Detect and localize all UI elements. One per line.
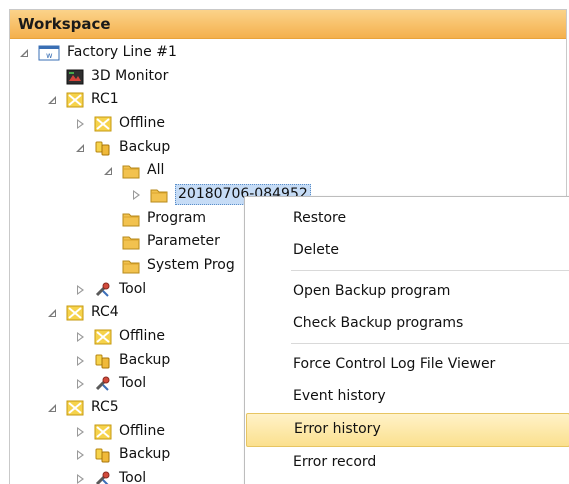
- tree-node-label: Factory Line #1: [67, 41, 177, 64]
- tree-node-label: Backup: [119, 136, 170, 159]
- tree-node-label: 3D Monitor: [91, 65, 168, 88]
- tree-node-rc5-offline[interactable]: Offline: [76, 420, 165, 443]
- tree-node-label: Offline: [119, 420, 165, 443]
- folder-icon: [122, 234, 140, 250]
- controller-icon: [66, 92, 84, 108]
- expander-icon[interactable]: [76, 332, 86, 342]
- tree-node-label: Parameter: [147, 230, 220, 253]
- tree-node-label: RC1: [91, 88, 119, 111]
- expander-icon[interactable]: [76, 143, 86, 153]
- expander-icon[interactable]: [48, 95, 58, 105]
- expander-icon[interactable]: [76, 427, 86, 437]
- tree-node-label: Offline: [119, 325, 165, 348]
- menu-item-delete[interactable]: Delete: [246, 234, 569, 266]
- tree-node-rc1-backup[interactable]: Backup: [76, 136, 170, 159]
- tree-node-label: Program: [147, 207, 206, 230]
- tree-node-label: Offline: [119, 112, 165, 135]
- expander-icon[interactable]: [76, 285, 86, 295]
- menu-item-restore[interactable]: Restore: [246, 202, 569, 234]
- menu-item-check-backup-programs[interactable]: Check Backup programs: [246, 307, 569, 339]
- tree-node-label: Backup: [119, 443, 170, 466]
- tree-node-program[interactable]: Program: [104, 207, 206, 230]
- tree-node-rc1-tool[interactable]: Tool: [76, 278, 146, 301]
- tree-node-factory-line[interactable]: w Factory Line #1: [20, 41, 177, 64]
- backup-icon: [94, 447, 112, 463]
- menu-item-force-control-log-viewer[interactable]: Force Control Log File Viewer: [246, 348, 569, 380]
- backup-icon: [94, 353, 112, 369]
- expander-icon[interactable]: [76, 356, 86, 366]
- tree-node-system-prog[interactable]: System Prog: [104, 254, 235, 277]
- tree-node-all[interactable]: All: [104, 159, 164, 182]
- tree-node-label: Tool: [119, 372, 146, 395]
- tree-node-rc1-offline[interactable]: Offline: [76, 112, 165, 135]
- expander-icon[interactable]: [76, 474, 86, 484]
- backup-icon: [94, 140, 112, 156]
- tool-icon: [94, 282, 112, 298]
- offline-icon: [94, 116, 112, 132]
- expander-icon[interactable]: [132, 190, 142, 200]
- expander-icon[interactable]: [76, 450, 86, 460]
- tree-node-rc5-tool[interactable]: Tool: [76, 467, 146, 484]
- menu-item-event-history[interactable]: Event history: [246, 380, 569, 412]
- menu-item-open-backup-program[interactable]: Open Backup program: [246, 275, 569, 307]
- tree-node-rc5-backup[interactable]: Backup: [76, 443, 170, 466]
- menu-separator: [291, 343, 569, 344]
- expander-icon[interactable]: [48, 403, 58, 413]
- controller-icon: [66, 400, 84, 416]
- tree-node-label: RC4: [91, 301, 119, 324]
- expander-icon[interactable]: [20, 48, 30, 58]
- tree-node-label: System Prog: [147, 254, 235, 277]
- tree-node-label: RC5: [91, 396, 119, 419]
- expander-icon[interactable]: [104, 166, 114, 176]
- menu-item-error-history[interactable]: Error history: [246, 413, 569, 447]
- workspace-header: Workspace: [10, 10, 566, 39]
- tool-icon: [94, 471, 112, 484]
- expander-icon[interactable]: [76, 119, 86, 129]
- tree-node-label: Backup: [119, 349, 170, 372]
- menu-separator: [291, 270, 569, 271]
- offline-icon: [94, 329, 112, 345]
- tree-node-3d-monitor[interactable]: 3D Monitor: [48, 65, 168, 88]
- 3d-monitor-icon: [66, 69, 84, 85]
- tree-node-rc4-backup[interactable]: Backup: [76, 349, 170, 372]
- tree-node-parameter[interactable]: Parameter: [104, 230, 220, 253]
- folder-icon: [122, 163, 140, 179]
- controller-icon: [66, 305, 84, 321]
- menu-item-error-record[interactable]: Error record: [246, 446, 569, 478]
- context-menu: Restore Delete Open Backup program Check…: [244, 196, 569, 484]
- svg-text:w: w: [46, 51, 53, 60]
- folder-icon: [150, 187, 168, 203]
- tree-node-label: All: [147, 159, 164, 182]
- folder-icon: [122, 211, 140, 227]
- tree-node-label: Tool: [119, 467, 146, 484]
- tree-node-rc1[interactable]: RC1: [48, 88, 119, 111]
- tool-icon: [94, 376, 112, 392]
- tree-node-label: Tool: [119, 278, 146, 301]
- tree-node-rc5[interactable]: RC5: [48, 396, 119, 419]
- tree-node-rc4-offline[interactable]: Offline: [76, 325, 165, 348]
- tree-node-rc4-tool[interactable]: Tool: [76, 372, 146, 395]
- expander-icon[interactable]: [48, 308, 58, 318]
- factory-line-icon: w: [38, 45, 60, 61]
- folder-icon: [122, 258, 140, 274]
- expander-icon[interactable]: [76, 379, 86, 389]
- tree-node-rc4[interactable]: RC4: [48, 301, 119, 324]
- offline-icon: [94, 424, 112, 440]
